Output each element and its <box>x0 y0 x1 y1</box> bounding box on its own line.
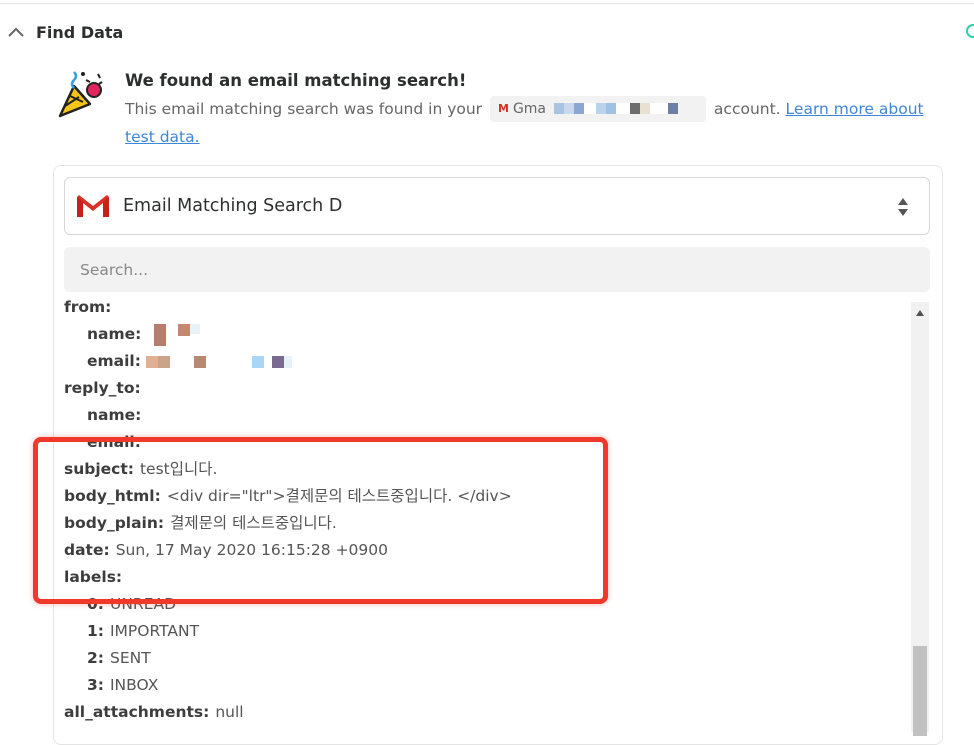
party-popper-icon <box>58 71 103 118</box>
caret-up-icon <box>916 310 924 316</box>
field-key: 1: <box>87 622 104 640</box>
field-value: 결제문의 테스트중입니다. <box>170 514 337 532</box>
section-title: Find Data <box>36 22 124 42</box>
account-name: Gma <box>512 100 547 117</box>
find-data-toggle[interactable]: Find Data <box>6 18 123 46</box>
field-key: body_html: <box>64 487 161 505</box>
field-row-reply-email: email: <box>87 429 141 456</box>
gmail-small-icon: M <box>497 101 509 115</box>
field-row-reply-name: name: <box>87 402 141 429</box>
status-indicator-icon <box>966 24 974 38</box>
data-list: from: name: email: reply_to: name: email… <box>53 300 907 732</box>
field-row-from-name: name: <box>87 321 201 348</box>
redacted-value <box>145 355 292 368</box>
field-key: date: <box>64 541 110 559</box>
field-key: 3: <box>87 676 104 694</box>
field-row-subject: subject: test입니다. <box>64 456 217 483</box>
result-title: We found an email matching search! <box>125 71 467 90</box>
field-key: email: <box>87 433 141 451</box>
field-value: SENT <box>109 649 151 667</box>
field-key: 2: <box>87 649 104 667</box>
result-desc-before: This email matching search was found in … <box>125 100 483 118</box>
field-value: INBOX <box>109 676 159 694</box>
field-row-body-html: body_html: <div dir="ltr">결제문의 테스트중입니다. <… <box>64 483 512 510</box>
field-key: reply_to: <box>64 379 141 397</box>
search-input[interactable] <box>64 247 930 292</box>
field-key: subject: <box>64 460 134 478</box>
account-redacted <box>554 103 679 114</box>
result-desc-after: account. <box>713 100 781 118</box>
select-label: Email Matching Search D <box>123 196 343 216</box>
field-row-labels: labels: <box>64 564 122 591</box>
field-value: IMPORTANT <box>109 622 200 640</box>
field-key: all_attachments: <box>64 703 210 721</box>
field-row-label-3: 3: INBOX <box>87 672 158 699</box>
scrollbar[interactable] <box>911 302 929 736</box>
field-key: name: <box>87 325 142 343</box>
redacted-value <box>154 323 201 346</box>
field-value: test입니다. <box>139 460 218 478</box>
field-value: Sun, 17 May 2020 16:15:28 +0900 <box>115 541 388 559</box>
field-value: UNREAD <box>109 595 177 613</box>
field-key: 0: <box>87 595 104 613</box>
field-value: null <box>215 703 244 721</box>
field-row-body-plain: body_plain: 결제문의 테스트중입니다. <box>64 510 337 537</box>
account-pill: M Gma <box>489 95 706 122</box>
sample-select[interactable]: Email Matching Search D <box>64 177 930 235</box>
field-key: from: <box>64 300 112 316</box>
field-row-all-attachments: all_attachments: null <box>64 699 244 726</box>
field-row-label-0: 0: UNREAD <box>87 591 176 618</box>
field-row-label-2: 2: SENT <box>87 645 151 672</box>
field-key: body_plain: <box>64 514 165 532</box>
chevron-up-icon <box>8 27 24 37</box>
field-value: <div dir="ltr">결제문의 테스트중입니다. </div> <box>166 487 512 505</box>
sort-updown-icon <box>898 198 908 216</box>
field-row-from-email: email: <box>87 348 292 375</box>
field-key: email: <box>87 352 141 370</box>
field-row-label-1: 1: IMPORTANT <box>87 618 199 645</box>
scroll-up-button[interactable] <box>911 302 929 324</box>
field-row-from: from: <box>64 300 111 321</box>
field-row-reply-to: reply_to: <box>64 375 141 402</box>
gmail-icon <box>77 195 109 217</box>
scrollbar-thumb[interactable] <box>913 646 927 736</box>
field-row-date: date: Sun, 17 May 2020 16:15:28 +0900 <box>64 537 388 564</box>
top-divider <box>0 3 974 4</box>
field-key: labels: <box>64 568 123 586</box>
result-description: This email matching search was found in … <box>125 95 945 151</box>
field-key: name: <box>87 406 142 424</box>
